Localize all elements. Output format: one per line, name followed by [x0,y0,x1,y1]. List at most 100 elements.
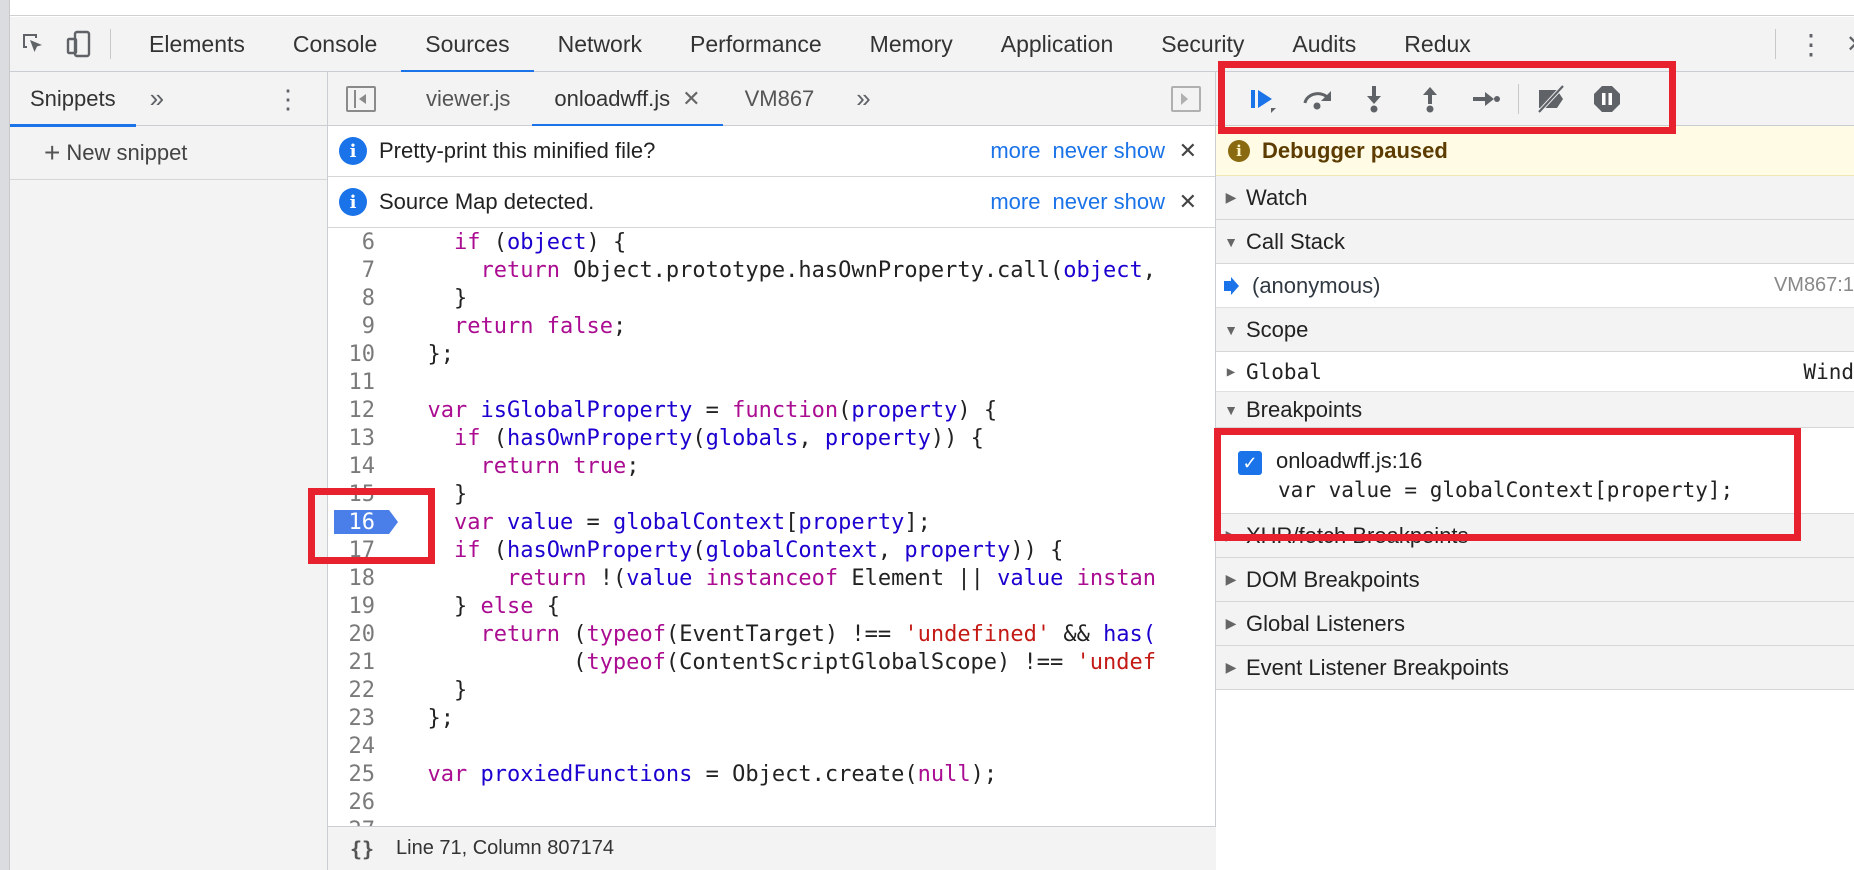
section-dom-breakpoints[interactable]: ▶ DOM Breakpoints [1216,558,1854,602]
more-tabs-icon[interactable]: » [136,83,178,114]
close-infobar-icon[interactable]: ✕ [1179,189,1197,215]
code-line: 17 if (hasOwnProperty(globalContext, pro… [328,536,1216,564]
step-icon[interactable] [1458,72,1514,126]
file-tab[interactable]: VM867 [723,72,837,126]
more-files-icon[interactable]: » [842,83,884,114]
tab-snippets[interactable]: Snippets [10,72,136,127]
device-toolbar-icon[interactable] [56,17,102,72]
expand-arrow-icon: ▶ [1225,189,1237,205]
toggle-debugger-icon[interactable] [1171,86,1201,112]
line-code: } [401,481,468,507]
line-number[interactable]: 8 [328,286,383,311]
code-line: 6 if (object) { [328,228,1216,256]
file-tab-label: viewer.js [426,85,511,111]
close-infobar-icon[interactable]: ✕ [1179,138,1197,164]
line-number[interactable]: 26 [328,790,383,815]
more-link[interactable]: more [990,138,1040,164]
line-code: return false; [453,313,627,339]
tab-application[interactable]: Application [977,17,1138,72]
line-number[interactable]: 24 [328,734,383,759]
code-line: 9 return false; [328,312,1216,340]
line-number[interactable]: 6 [328,230,383,255]
tab-audits[interactable]: Audits [1268,17,1380,72]
breakpoint-item[interactable]: ✓ onloadwff.js:16 var value = globalCont… [1216,428,1854,514]
never-show-link[interactable]: never show [1052,138,1165,164]
section-global-listeners[interactable]: ▶ Global Listeners [1216,602,1854,646]
call-frame-location[interactable]: VM867:1 [1774,274,1854,297]
step-into-icon[interactable] [1346,72,1402,126]
call-frame[interactable]: (anonymous) VM867:1 [1216,264,1854,308]
collapse-arrow-icon: ▼ [1224,321,1238,338]
more-options-icon[interactable]: ⋮ [1796,17,1826,72]
pause-on-exceptions-icon[interactable] [1579,72,1635,126]
tab-security[interactable]: Security [1137,17,1268,72]
section-event-listener-breakpoints[interactable]: ▶ Event Listener Breakpoints [1216,646,1854,690]
section-watch[interactable]: ▶ Watch [1216,176,1854,220]
line-number[interactable]: 27 [328,818,383,827]
tab-sources[interactable]: Sources [401,17,535,73]
line-number[interactable]: 16 [328,510,383,535]
deactivate-breakpoints-icon[interactable] [1523,72,1579,126]
code-line: 24 [328,732,1216,760]
call-frame-name: (anonymous) [1252,272,1381,298]
resume-icon[interactable] [1234,72,1290,126]
tab-memory[interactable]: Memory [846,17,977,72]
section-scope[interactable]: ▼ Scope [1216,308,1854,352]
line-number[interactable]: 9 [328,314,383,339]
plus-icon: + [44,136,61,168]
line-number[interactable]: 17 [328,538,383,563]
new-snippet-label: New snippet [66,139,188,165]
step-out-icon[interactable] [1402,72,1458,126]
tab-console[interactable]: Console [269,17,401,72]
breakpoint-checkbox[interactable]: ✓ [1238,451,1262,475]
line-number[interactable]: 18 [328,566,383,591]
code-line: 26 [328,788,1216,816]
tab-elements[interactable]: Elements [125,17,269,72]
infobar-message: Pretty-print this minified file? [379,138,656,163]
navigator-menu-icon[interactable]: ⋮ [275,72,301,126]
line-code: return (typeof(EventTarget) !== 'undefin… [480,621,1157,647]
expand-arrow-icon: ▶ [1226,363,1236,380]
section-call-stack[interactable]: ▼ Call Stack [1216,220,1854,264]
scope-global[interactable]: ▶ Global Wind [1216,352,1854,392]
line-number[interactable]: 10 [328,342,383,367]
line-number[interactable]: 20 [328,622,383,647]
inspect-element-icon[interactable] [10,17,56,72]
line-number[interactable]: 7 [328,258,383,283]
line-number[interactable]: 19 [328,594,383,619]
pretty-print-button[interactable]: {} [338,837,386,861]
line-code: if (object) { [453,229,627,255]
collapse-arrow-icon: ▼ [1224,401,1238,418]
line-number[interactable]: 14 [328,454,383,479]
line-number[interactable]: 22 [328,678,383,703]
never-show-link[interactable]: never show [1052,189,1165,215]
file-tab[interactable]: viewer.js [404,72,532,126]
line-number[interactable]: 25 [328,762,383,787]
line-number[interactable]: 11 [328,370,383,395]
section-breakpoints[interactable]: ▼ Breakpoints [1216,392,1854,428]
tab-redux[interactable]: Redux [1380,17,1494,72]
line-number[interactable]: 15 [328,482,383,507]
file-tab[interactable]: onloadwff.js ✕ [532,72,723,127]
line-number[interactable]: 13 [328,426,383,451]
line-code: var proxiedFunctions = Object.create(nul… [427,761,998,787]
line-number[interactable]: 21 [328,650,383,675]
tab-performance[interactable]: Performance [666,17,846,72]
line-number[interactable]: 12 [328,398,383,423]
line-code: }; [401,705,454,731]
section-xhr-breakpoints[interactable]: ▶ XHR/fetch Breakpoints [1216,514,1854,558]
scope-global-value: Wind [1803,359,1854,384]
new-snippet-button[interactable]: + New snippet [10,126,327,180]
close-tab-icon[interactable]: ✕ [682,86,700,112]
toolbar-separator [110,29,111,59]
line-code: return !(value instanceof Element || val… [506,565,1157,591]
expand-arrow-icon: ▶ [1225,659,1237,675]
step-over-icon[interactable] [1290,72,1346,126]
toggle-navigator-icon[interactable] [346,85,376,112]
code-editor[interactable]: 6 if (object) {7 return Object.prototype… [328,228,1216,826]
breakpoint-location: onloadwff.js:16 [1276,448,1423,473]
line-number[interactable]: 23 [328,706,383,731]
tab-network[interactable]: Network [534,17,666,72]
close-icon[interactable]: ✕ [1846,17,1854,72]
more-link[interactable]: more [990,189,1040,215]
